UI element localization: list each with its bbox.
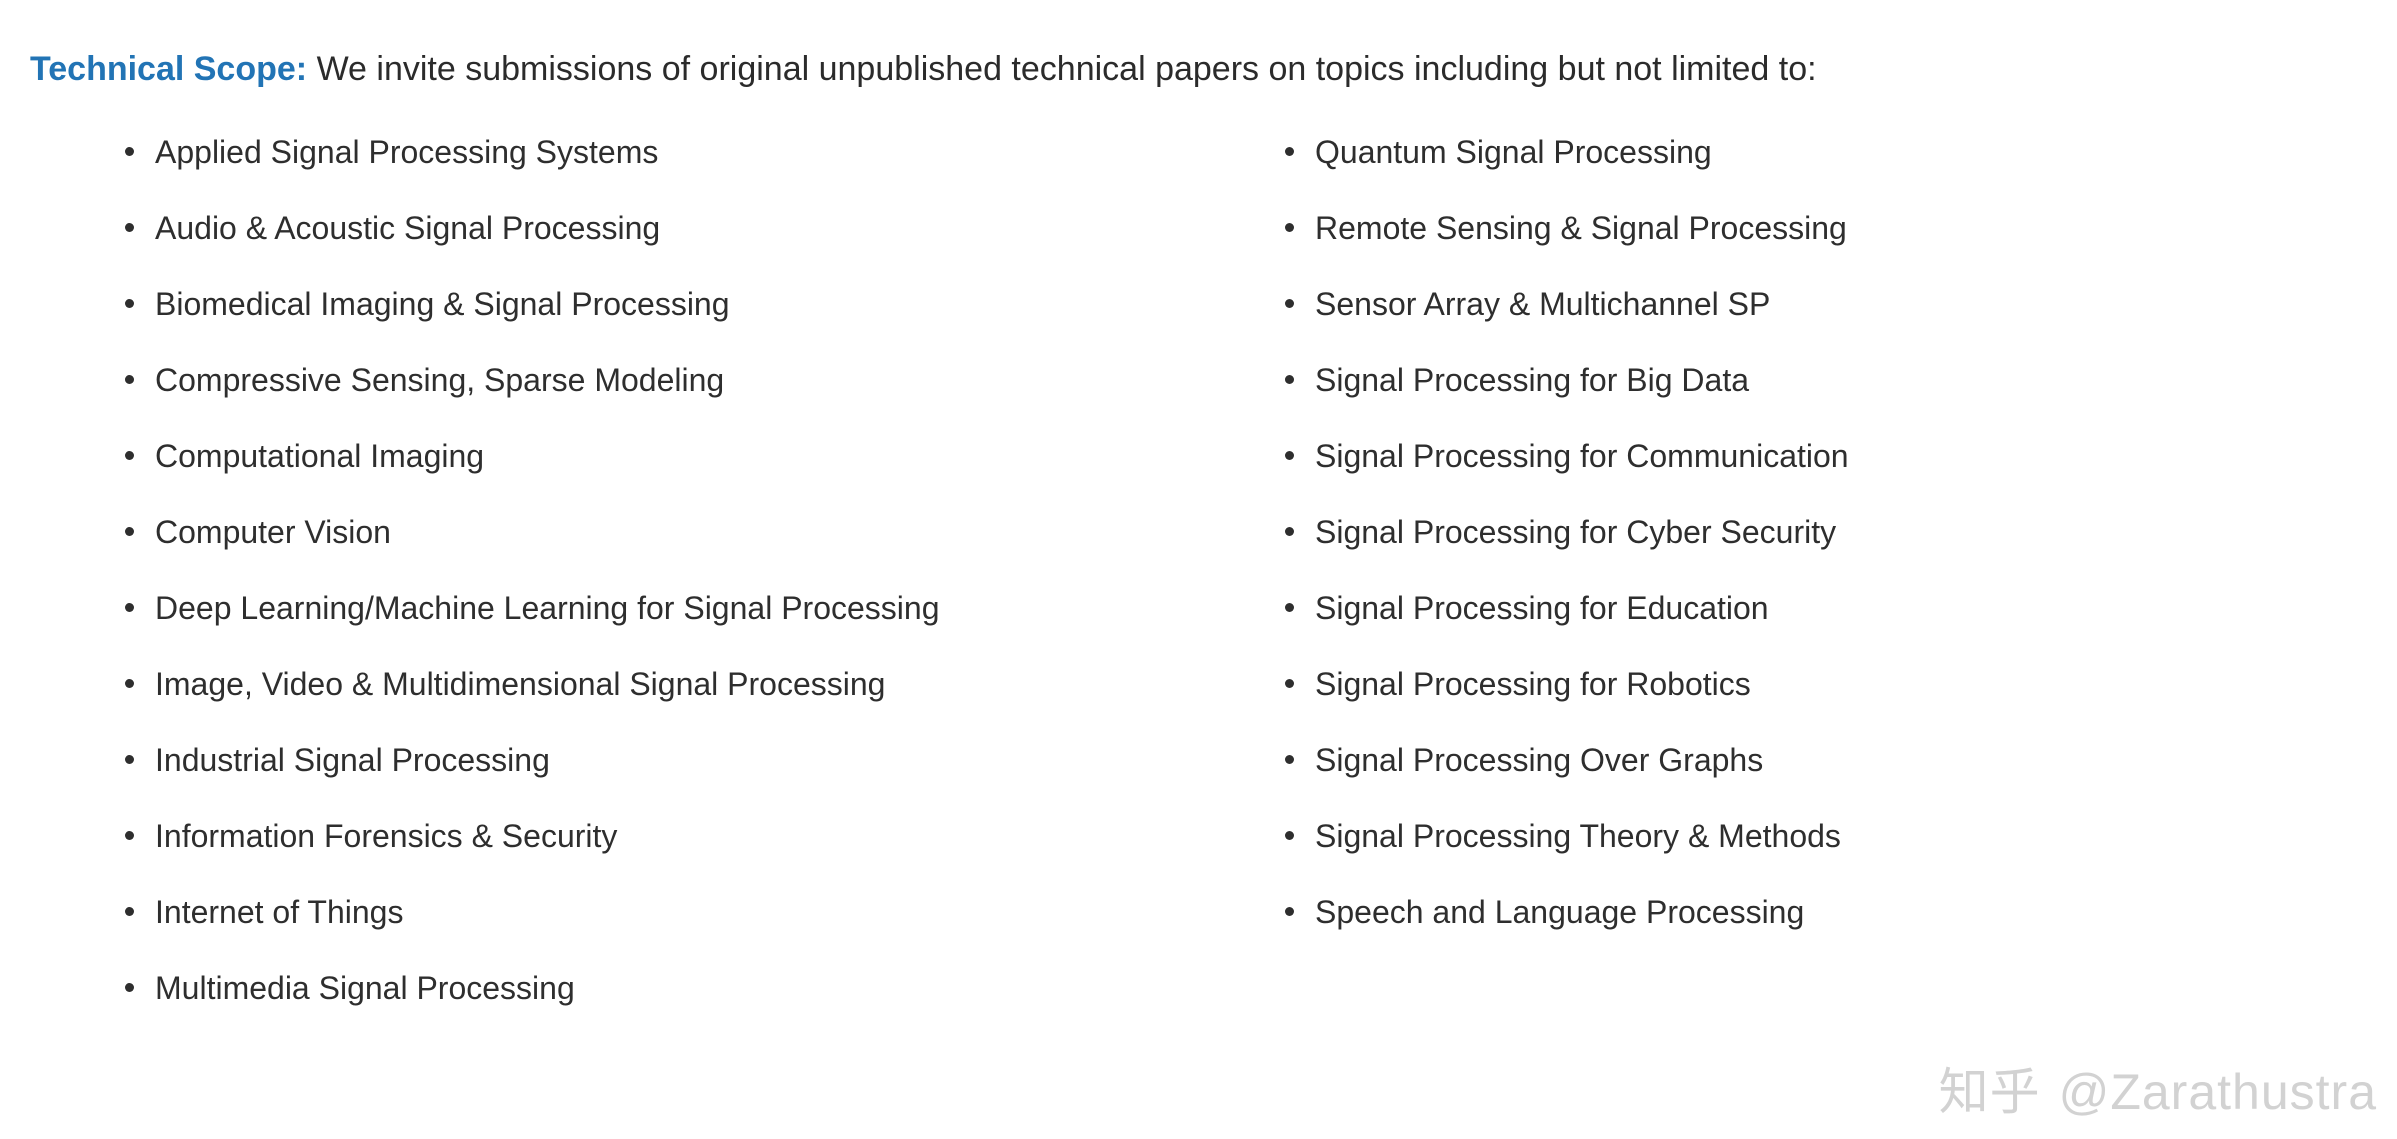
topic-list-item: Industrial Signal Processing	[125, 738, 1205, 782]
bullet-icon	[1285, 375, 1294, 384]
bullet-icon	[1285, 451, 1294, 460]
bullet-icon	[125, 831, 134, 840]
bullet-icon	[1285, 147, 1294, 156]
topic-label: Industrial Signal Processing	[155, 742, 550, 778]
topic-label: Sensor Array & Multichannel SP	[1315, 286, 1771, 322]
topic-list-item: Signal Processing Theory & Methods	[1285, 814, 2345, 858]
topic-list-item: Signal Processing for Robotics	[1285, 662, 2345, 706]
topic-list-item: Multimedia Signal Processing	[125, 966, 1205, 1010]
topic-label: Remote Sensing & Signal Processing	[1315, 210, 1847, 246]
topic-label: Quantum Signal Processing	[1315, 134, 1712, 170]
topic-list-item: Signal Processing Over Graphs	[1285, 738, 2345, 782]
topic-list-left: Applied Signal Processing Systems Audio &…	[125, 130, 1205, 1010]
topic-list-item: Applied Signal Processing Systems	[125, 130, 1205, 174]
topic-list-item: Signal Processing for Education	[1285, 586, 2345, 630]
bullet-icon	[1285, 679, 1294, 688]
topic-label: Signal Processing for Big Data	[1315, 362, 1749, 398]
topic-label: Biomedical Imaging & Signal Processing	[155, 286, 730, 322]
technical-scope-description: We invite submissions of original unpubl…	[307, 50, 1817, 88]
topic-list-item: Speech and Language Processing	[1285, 890, 2345, 934]
bullet-icon	[1285, 299, 1294, 308]
bullet-icon	[125, 451, 134, 460]
bullet-icon	[125, 299, 134, 308]
topic-label: Signal Processing for Communication	[1315, 438, 1849, 474]
bullet-icon	[1285, 755, 1294, 764]
topic-list-item: Sensor Array & Multichannel SP	[1285, 282, 2345, 326]
bullet-icon	[125, 983, 134, 992]
topic-list-item: Biomedical Imaging & Signal Processing	[125, 282, 1205, 326]
topic-list-item: Signal Processing for Big Data	[1285, 358, 2345, 402]
topic-label: Signal Processing for Robotics	[1315, 666, 1751, 702]
technical-scope-heading: Technical Scope: We invite submissions o…	[30, 46, 2380, 92]
topic-list-item: Signal Processing for Cyber Security	[1285, 510, 2345, 554]
topic-list-item: Compressive Sensing, Sparse Modeling	[125, 358, 1205, 402]
topic-list-item: Deep Learning/Machine Learning for Signa…	[125, 586, 1205, 630]
bullet-icon	[1285, 603, 1294, 612]
technical-scope-label: Technical Scope:	[30, 50, 308, 88]
bullet-icon	[125, 755, 134, 764]
bullet-icon	[125, 527, 134, 536]
topic-list-item: Image, Video & Multidimensional Signal P…	[125, 662, 1205, 706]
topic-list-right: Quantum Signal Processing Remote Sensing …	[1285, 130, 2345, 934]
bullet-icon	[125, 603, 134, 612]
bullet-icon	[125, 907, 134, 916]
topic-list-item: Audio & Acoustic Signal Processing	[125, 206, 1205, 250]
topic-label: Deep Learning/Machine Learning for Signa…	[155, 590, 940, 626]
bullet-icon	[125, 223, 134, 232]
zhihu-watermark: 知乎 @Zarathustra	[1939, 1067, 2377, 1117]
topic-label: Signal Processing for Cyber Security	[1315, 514, 1837, 550]
topic-label: Information Forensics & Security	[155, 818, 618, 854]
topics-left-column: Applied Signal Processing Systems Audio &…	[125, 130, 1205, 1042]
topic-list-item: Computer Vision	[125, 510, 1205, 554]
topic-list-item: Remote Sensing & Signal Processing	[1285, 206, 2345, 250]
topic-label: Multimedia Signal Processing	[155, 970, 575, 1006]
bullet-icon	[125, 679, 134, 688]
bullet-icon	[125, 147, 134, 156]
topic-label: Speech and Language Processing	[1315, 894, 1805, 930]
topic-label: Signal Processing Over Graphs	[1315, 742, 1764, 778]
topics-right-column: Quantum Signal Processing Remote Sensing …	[1285, 130, 2345, 966]
zhihu-user-handle: @Zarathustra	[2058, 1064, 2377, 1120]
topic-list-item: Information Forensics & Security	[125, 814, 1205, 858]
bullet-icon	[1285, 223, 1294, 232]
topic-label: Internet of Things	[155, 894, 404, 930]
topic-label: Image, Video & Multidimensional Signal P…	[155, 666, 886, 702]
technical-scope-topics: Applied Signal Processing Systems Audio &…	[0, 130, 2397, 1090]
topic-label: Audio & Acoustic Signal Processing	[155, 210, 661, 246]
topic-list-item: Quantum Signal Processing	[1285, 130, 2345, 174]
topic-label: Applied Signal Processing Systems	[155, 134, 659, 170]
topic-label: Compressive Sensing, Sparse Modeling	[155, 362, 725, 398]
topic-label: Signal Processing for Education	[1315, 590, 1769, 626]
topic-list-item: Signal Processing for Communication	[1285, 434, 2345, 478]
zhihu-logo-text: 知乎	[1938, 1064, 2041, 1120]
topic-list-item: Internet of Things	[125, 890, 1205, 934]
topic-label: Signal Processing Theory & Methods	[1315, 818, 1841, 854]
bullet-icon	[125, 375, 134, 384]
topic-label: Computer Vision	[155, 514, 391, 550]
topic-list-item: Computational Imaging	[125, 434, 1205, 478]
bullet-icon	[1285, 831, 1294, 840]
bullet-icon	[1285, 907, 1294, 916]
topic-label: Computational Imaging	[155, 438, 485, 474]
bullet-icon	[1285, 527, 1294, 536]
